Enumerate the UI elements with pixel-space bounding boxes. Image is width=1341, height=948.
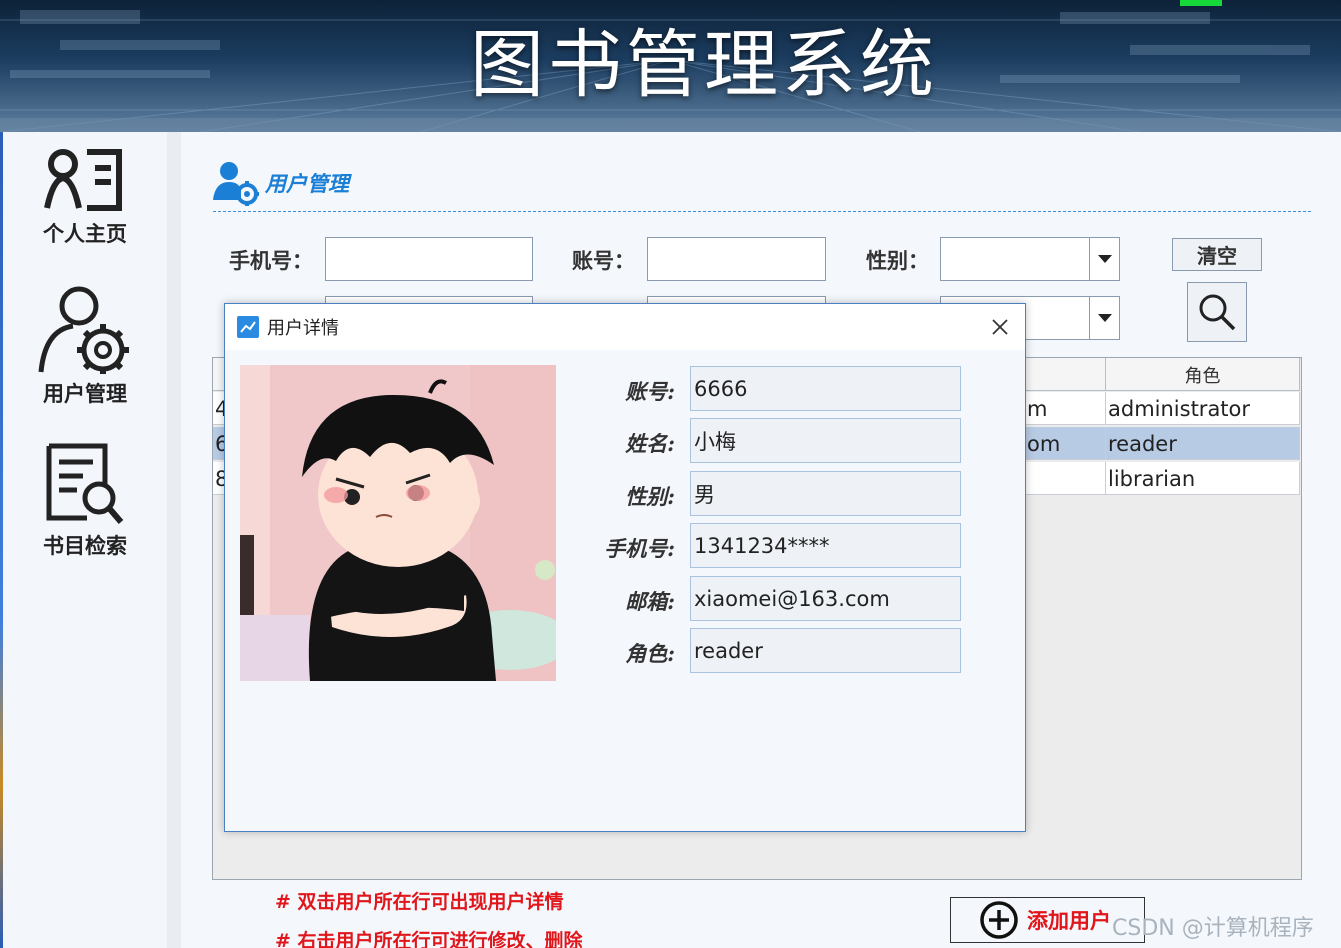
app-title: 图书管理系统: [470, 22, 938, 108]
watermark: CSDN @计算机程序: [1112, 916, 1314, 941]
user-avatar: [240, 365, 556, 681]
chevron-down-icon[interactable]: [1089, 238, 1119, 280]
dialog-title: 用户详情: [267, 318, 339, 339]
detail-label-name: 姓名:: [625, 431, 675, 456]
detail-label-role: 角色:: [625, 641, 675, 666]
add-user-label: 添加用户: [1027, 909, 1111, 933]
table-cell-role: librarian: [1106, 462, 1300, 495]
sidebar-item-label: 用户管理: [43, 382, 127, 406]
gender-label: 性别：: [866, 249, 929, 273]
detail-value-phone[interactable]: 1341234****: [690, 523, 961, 568]
user-detail-dialog: 用户详情 账号: 6666 姓名: 小梅 性别: 男 手机号: 1341234*…: [224, 303, 1026, 832]
close-icon[interactable]: [989, 316, 1011, 338]
sidebar-item-users[interactable]: 用户管理: [3, 284, 167, 408]
sidebar-item-label: 个人主页: [43, 222, 127, 246]
plus-circle-icon: [980, 901, 1018, 939]
detail-label-email: 邮箱:: [625, 589, 675, 614]
hint-double-click: # 双击用户所在行可出现用户详情: [275, 891, 564, 913]
section-header: 用户管理: [213, 160, 349, 206]
detail-label-gender: 性别:: [625, 484, 675, 509]
profile-card-icon: [44, 149, 122, 211]
table-header-role: 角色: [1106, 358, 1300, 391]
header-banner: 图书管理系统: [0, 0, 1341, 132]
detail-value-email[interactable]: xiaomei@163.com: [690, 576, 961, 621]
dialog-titlebar[interactable]: 用户详情: [225, 304, 1025, 350]
table-cell-role: administrator: [1106, 392, 1300, 425]
table-cell-email: [1025, 462, 1106, 495]
detail-value-gender[interactable]: 男: [690, 471, 961, 516]
search-icon: [1199, 294, 1236, 331]
section-divider: [213, 211, 1311, 212]
sidebar-divider: [167, 132, 181, 948]
sidebar-item-book-search[interactable]: 书目检索: [3, 440, 167, 560]
account-input[interactable]: [647, 237, 826, 281]
clear-button[interactable]: 清空: [1172, 238, 1262, 271]
table-cell-role: reader: [1106, 427, 1300, 460]
chevron-down-icon[interactable]: [1089, 297, 1119, 339]
detail-label-phone: 手机号:: [604, 536, 675, 561]
phone-label: 手机号：: [229, 249, 313, 273]
phone-input[interactable]: [325, 237, 533, 281]
user-gear-icon: [38, 286, 129, 374]
account-label: 账号：: [572, 249, 635, 273]
detail-value-role[interactable]: reader: [690, 628, 961, 673]
gender-select[interactable]: [940, 237, 1120, 281]
window-app-icon: [237, 316, 259, 338]
section-title: 用户管理: [265, 172, 349, 196]
book-search-icon: [46, 443, 124, 524]
detail-value-account[interactable]: 6666: [690, 366, 961, 411]
hint-right-click: # 右击用户所在行可进行修改、删除: [275, 930, 583, 948]
detail-label-account: 账号:: [625, 379, 675, 404]
table-cell-email: m: [1025, 392, 1106, 425]
search-button[interactable]: [1187, 282, 1247, 342]
avatar-illustration: [240, 365, 556, 681]
status-indicator: [1180, 0, 1222, 6]
detail-value-name[interactable]: 小梅: [690, 418, 961, 463]
sidebar-item-label: 书目检索: [43, 534, 127, 558]
table-cell-email: om: [1025, 427, 1106, 460]
sidebar: 个人主页 用户管理 书目检索: [3, 132, 167, 948]
user-settings-icon: [213, 162, 259, 206]
sidebar-item-profile[interactable]: 个人主页: [3, 146, 167, 248]
